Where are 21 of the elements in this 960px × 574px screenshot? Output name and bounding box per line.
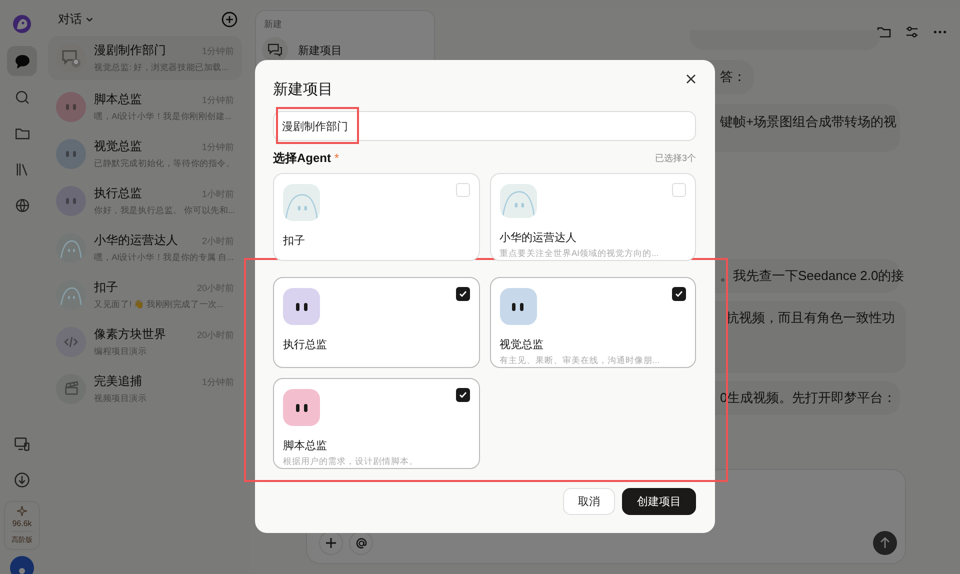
selected-count: 已选择3个: [654, 152, 696, 165]
agent-label: 选择Agent *: [273, 150, 340, 167]
agent-name: 视觉总监: [500, 338, 544, 352]
agent-description: 根据用户的需求，设计剧情脚本。: [283, 456, 418, 468]
conversation-title: 漫剧制作部门: [94, 42, 166, 59]
conversation-title: 小华的运营达人: [94, 232, 178, 248]
agent-name: 扣子: [283, 234, 305, 248]
conversation-title: 脚本总监: [94, 90, 142, 108]
dialog-title: 新建项目: [273, 80, 333, 99]
menu-heading: 新建: [263, 18, 283, 31]
conversation-title: 执行总监: [94, 184, 142, 202]
conversation-title: 扣子: [94, 278, 118, 296]
credits-amount: 96.6k: [12, 519, 32, 528]
agent-name: 执行总监: [283, 338, 327, 352]
conversation-title: 完美追捕: [94, 372, 142, 390]
agent-name: 小华的运营达人: [500, 231, 576, 245]
agent-description: 有主见、果断、审美在线，沟通时像朋...: [500, 355, 660, 367]
agent-description: 重点要关注全世界AI领域的视觉方向的...: [500, 248, 659, 260]
conversation-title: 像素方块世界: [94, 326, 166, 342]
agent-name: 脚本总监: [283, 439, 327, 453]
conversation-title: 视觉总监: [94, 138, 142, 154]
